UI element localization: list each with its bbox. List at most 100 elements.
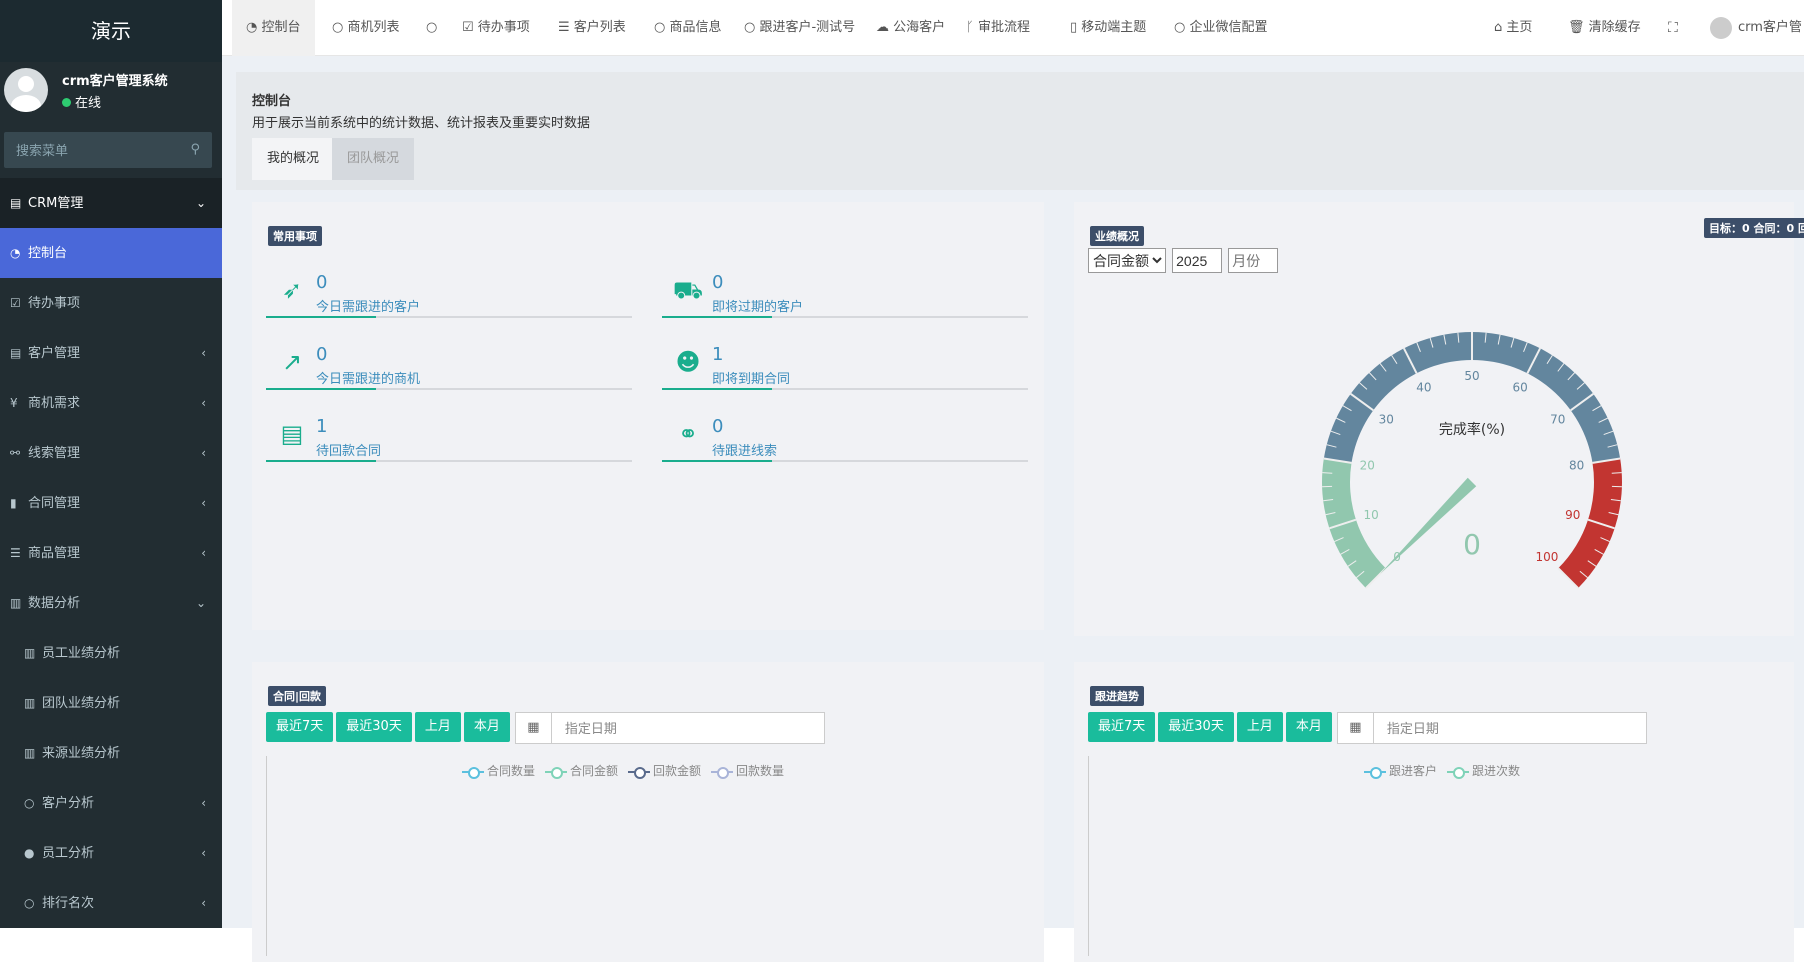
sidebar-menu: ▤CRM管理⌄◔控制台☑待办事项▤客户管理‹¥商机需求‹⚯线索管理‹▮合同管理‹… bbox=[0, 178, 222, 928]
home-link[interactable]: ⌂ 主页 bbox=[1494, 0, 1532, 56]
top-tab[interactable]: ○ 企业微信配置 bbox=[1174, 0, 1268, 56]
top-tab[interactable]: ☁ 公海客户 bbox=[876, 0, 945, 56]
item-count: 0 bbox=[712, 416, 723, 437]
progress-bar bbox=[662, 460, 772, 462]
month-input[interactable] bbox=[1228, 248, 1278, 273]
top-tab[interactable]: ◔ 控制台 bbox=[232, 0, 315, 56]
common-item[interactable]: ⚭0待跟进线索 bbox=[662, 402, 1028, 462]
common-item[interactable]: ▤1待回款合同 bbox=[266, 402, 632, 462]
last-month-button[interactable]: 上月 bbox=[415, 712, 461, 742]
item-text[interactable]: 今日需跟进的商机 bbox=[316, 368, 420, 387]
legend-item[interactable]: 合同金额 bbox=[545, 762, 618, 779]
menu-search: ⚲ bbox=[4, 132, 212, 168]
bar-chart-icon: ▥ bbox=[24, 678, 42, 728]
contract-legend: 合同数量合同金额 回款金额回款数量 bbox=[462, 762, 794, 779]
legend-item[interactable]: 跟进次数 bbox=[1447, 762, 1520, 779]
online-dot-icon bbox=[62, 98, 71, 107]
top-tab[interactable]: ☑ 待办事项 bbox=[462, 0, 530, 56]
top-tab[interactable]: ☰ 客户列表 bbox=[558, 0, 626, 56]
last-30-days-button[interactable]: 最近30天 bbox=[336, 712, 412, 742]
metric-select[interactable]: 合同金额 bbox=[1088, 248, 1166, 273]
sidebar-item[interactable]: ○客户分析‹ bbox=[0, 778, 222, 828]
sidebar-item[interactable]: ☑待办事项 bbox=[0, 278, 222, 328]
contract-chart-area bbox=[266, 756, 1040, 956]
bar-chart-icon: ▥ bbox=[24, 728, 42, 778]
sidebar-item[interactable]: ●员工分析‹ bbox=[0, 828, 222, 878]
home-icon: ⌂ bbox=[1494, 20, 1506, 35]
gauge-tick-label: 60 bbox=[1512, 381, 1527, 395]
sidebar-item[interactable]: ▥数据分析⌄ bbox=[0, 578, 222, 628]
common-item[interactable]: ➶0今日需跟进的客户 bbox=[266, 258, 632, 318]
item-text[interactable]: 即将过期的客户 bbox=[712, 296, 803, 315]
clear-cache-button[interactable]: 🗑︎ 清除缓存 bbox=[1568, 0, 1641, 56]
sidebar-item[interactable]: ◔控制台 bbox=[0, 228, 222, 278]
top-tab-label: 公海客户 bbox=[893, 20, 945, 35]
top-tab[interactable]: ○ 商机列表 bbox=[332, 0, 400, 56]
calendar-icon[interactable]: ▦ bbox=[516, 713, 552, 743]
this-month-button[interactable]: 本月 bbox=[464, 712, 510, 742]
item-count: 0 bbox=[316, 344, 327, 365]
line-chart-icon: ↗ bbox=[276, 348, 308, 380]
item-text[interactable]: 今日需跟进的客户 bbox=[316, 296, 420, 315]
legend-item[interactable]: 合同数量 bbox=[462, 762, 535, 779]
fullscreen-icon[interactable]: ⛶ bbox=[1668, 0, 1678, 56]
performance-panel: 业绩概况 目标：0 合同：0 回 合同金额 010203040506070809… bbox=[1074, 202, 1794, 636]
year-input[interactable] bbox=[1172, 248, 1222, 273]
sidebar-item[interactable]: ▥员工业绩分析 bbox=[0, 628, 222, 678]
sidebar-item[interactable]: ▮合同管理‹ bbox=[0, 478, 222, 528]
last-month-button[interactable]: 上月 bbox=[1237, 712, 1283, 742]
sidebar-item[interactable]: ⚯线索管理‹ bbox=[0, 428, 222, 478]
sidebar-item[interactable]: ☰商品管理‹ bbox=[0, 528, 222, 578]
item-text[interactable]: 待回款合同 bbox=[316, 440, 381, 459]
legend-item[interactable]: 回款金额 bbox=[628, 762, 701, 779]
last-7-days-button[interactable]: 最近7天 bbox=[1088, 712, 1155, 742]
sidebar-item[interactable]: ¥商机需求‹ bbox=[0, 378, 222, 428]
circle-icon: ○ bbox=[744, 20, 759, 35]
item-text[interactable]: 待跟进线索 bbox=[712, 440, 777, 459]
gauge-tick-label: 30 bbox=[1379, 413, 1394, 427]
item-text[interactable]: 即将到期合同 bbox=[712, 368, 790, 387]
legend-item[interactable]: 回款数量 bbox=[711, 762, 784, 779]
progress-bar bbox=[266, 316, 376, 318]
this-month-button[interactable]: 本月 bbox=[1286, 712, 1332, 742]
top-tab-label: 客户列表 bbox=[574, 20, 626, 35]
sidebar-item-label: 数据分析 bbox=[28, 596, 80, 611]
legend-label: 回款金额 bbox=[653, 764, 701, 778]
app-logo[interactable]: 演示 bbox=[0, 0, 222, 62]
common-item[interactable]: ⛟0即将过期的客户 bbox=[662, 258, 1028, 318]
calendar-icon[interactable]: ▦ bbox=[1338, 713, 1374, 743]
followup-legend: 跟进客户跟进次数 bbox=[1364, 762, 1530, 779]
last-7-days-button[interactable]: 最近7天 bbox=[266, 712, 333, 742]
top-tab[interactable]: ▯ 移动端主题 bbox=[1070, 0, 1146, 56]
chevron-icon: ‹ bbox=[201, 328, 206, 378]
last-30-days-button[interactable]: 最近30天 bbox=[1158, 712, 1234, 742]
mobile-icon: ▯ bbox=[1070, 20, 1081, 35]
user-status: 在线 bbox=[62, 92, 101, 111]
user-icon: ● bbox=[24, 828, 42, 878]
trash-icon: 🗑︎ bbox=[1568, 20, 1589, 35]
sidebar-item[interactable]: ▥团队业绩分析 bbox=[0, 678, 222, 728]
top-tab[interactable]: ○ 商品信息 bbox=[654, 0, 722, 56]
top-tab[interactable]: ○ 跟进客户-测试号 bbox=[744, 0, 855, 56]
completion-gauge: 0102030405060708090100完成率(%)0 bbox=[1074, 292, 1794, 632]
top-tab[interactable]: ᚴ 审批流程 bbox=[966, 0, 1030, 56]
tab-my-overview[interactable]: 我的概况 bbox=[252, 138, 334, 180]
common-item[interactable]: ↗ 0 今日需跟进的商机 bbox=[266, 330, 632, 390]
sidebar-item[interactable]: ▥来源业绩分析 bbox=[0, 728, 222, 778]
legend-marker-icon bbox=[1364, 766, 1386, 778]
sidebar-item[interactable]: ▤客户管理‹ bbox=[0, 328, 222, 378]
date-input[interactable] bbox=[1375, 713, 1645, 743]
sidebar-item[interactable]: ▤CRM管理⌄ bbox=[0, 178, 222, 228]
search-icon[interactable]: ⚲ bbox=[190, 142, 200, 157]
date-input[interactable] bbox=[553, 713, 823, 743]
topbar: ≡ ◔ 控制台○ 商机列表○ ☑ 待办事项☰ 客户列表○ 商品信息○ 跟进客户-… bbox=[222, 0, 1804, 56]
menu-search-input[interactable] bbox=[4, 132, 184, 168]
tab-team-overview[interactable]: 团队概况 bbox=[332, 138, 414, 180]
user-menu[interactable]: crm客户管 bbox=[1710, 0, 1802, 56]
legend-item[interactable]: 跟进客户 bbox=[1364, 762, 1437, 779]
page-subtitle: 用于展示当前系统中的统计数据、统计报表及重要实时数据 bbox=[252, 112, 590, 131]
sidebar-item[interactable]: ○排行名次‹ bbox=[0, 878, 222, 928]
top-tab[interactable]: ○ bbox=[426, 0, 437, 56]
sidebar-item-label: 合同管理 bbox=[28, 496, 80, 511]
common-item[interactable]: ☻1即将到期合同 bbox=[662, 330, 1028, 390]
